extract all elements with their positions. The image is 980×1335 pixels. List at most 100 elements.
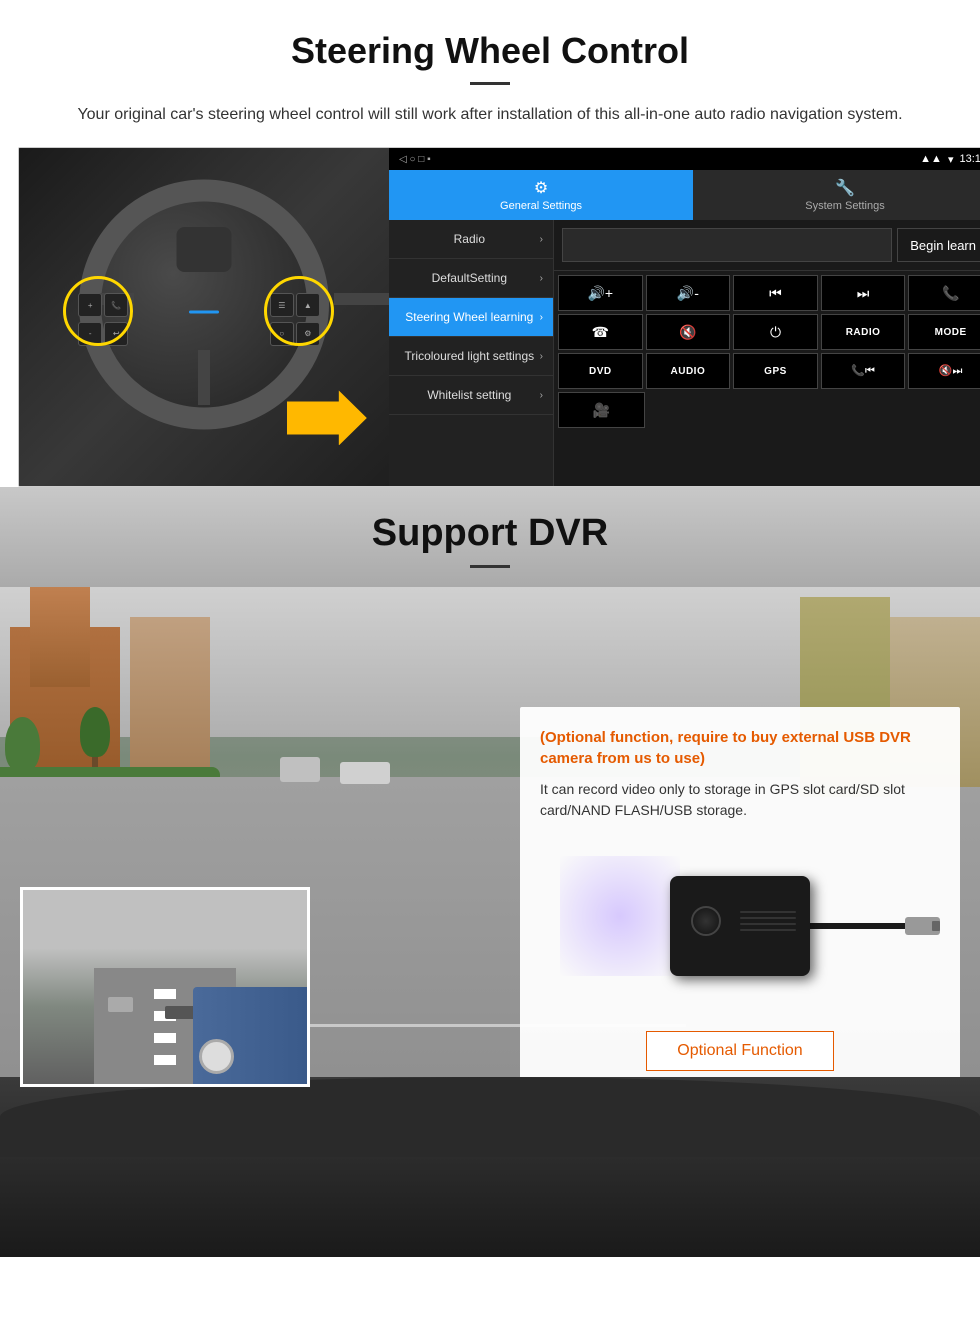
btn-call[interactable]: 📞	[908, 275, 980, 311]
car-left	[280, 757, 320, 782]
btn-mode[interactable]: MODE	[908, 314, 980, 350]
nav-back-icon: ◁ ○ □ ▪	[399, 154, 431, 165]
steering-demo-screenshot: + 📞 - ↩ ☰ ▲ ○ ⚙ ◁ ○ □ ▪ ▲▲ ▾ 13:13	[18, 147, 980, 487]
controls-row-2: ☎ 🔇 ⏻ RADIO MODE	[558, 314, 980, 350]
dvr-title: Support DVR	[40, 512, 940, 555]
menu-radio-label: Radio	[399, 232, 540, 246]
btn-gps[interactable]: GPS	[733, 353, 818, 389]
btn-power[interactable]: ⏻	[733, 314, 818, 350]
menu-default-label: DefaultSetting	[399, 271, 540, 285]
btn-mute-next[interactable]: 🔇⏭	[908, 353, 980, 389]
btn-next-track[interactable]: ⏭	[821, 275, 906, 311]
controls-row-3: DVD AUDIO GPS 📞⏮ 🔇⏭	[558, 353, 980, 389]
btn-vol-down[interactable]: 🔊-	[646, 275, 731, 311]
mute-icon: 🔇	[679, 324, 696, 341]
audio-label: AUDIO	[671, 366, 706, 377]
dvr-info-card: (Optional function, require to buy exter…	[520, 707, 960, 1091]
call-prev-icon: 📞⏮	[851, 364, 875, 378]
wheel-hub	[177, 227, 232, 272]
building-left-2	[30, 587, 90, 687]
dvr-divider	[470, 565, 510, 568]
menu-item-radio[interactable]: Radio ›	[389, 220, 553, 259]
camera-btn-icon: 🎥	[593, 402, 610, 419]
dashboard-bottom	[0, 1077, 980, 1257]
thumb-car-2	[165, 1006, 195, 1019]
btn-audio[interactable]: AUDIO	[646, 353, 731, 389]
controls-grid: 🔊+ 🔊- ⏮ ⏭ 📞	[554, 271, 980, 432]
steering-wheel-photo: + 📞 - ↩ ☰ ▲ ○ ⚙	[19, 148, 389, 486]
controls-row-1: 🔊+ 🔊- ⏮ ⏭ 📞	[558, 275, 980, 311]
btn-hang-up[interactable]: ☎	[558, 314, 643, 350]
spoke-right	[334, 293, 389, 305]
thumb-car-1	[108, 997, 133, 1012]
usb-port	[932, 921, 940, 932]
menu-item-tricoloured[interactable]: Tricoloured light settings ›	[389, 337, 553, 376]
chevron-tricoloured: ›	[540, 351, 543, 362]
tab-bar: ⚙ General Settings 🔧 System Settings	[389, 170, 980, 220]
learn-input-field[interactable]	[562, 228, 892, 262]
tab-system-settings[interactable]: 🔧 System Settings	[693, 170, 980, 220]
status-bar: ◁ ○ □ ▪ ▲▲ ▾ 13:13	[389, 148, 980, 170]
btn-call-prev[interactable]: 📞⏮	[821, 353, 906, 389]
btn-dvd[interactable]: DVD	[558, 353, 643, 389]
btn-vol-up[interactable]: 🔊+	[558, 275, 643, 311]
gear-icon: ⚙	[534, 178, 548, 198]
camera-vents	[740, 891, 796, 951]
power-icon: ⏻	[770, 324, 781, 341]
radio-label: RADIO	[846, 327, 881, 338]
dvr-section: Support DVR (Optional function, require …	[0, 487, 980, 1257]
tab-general-settings[interactable]: ⚙ General Settings	[389, 170, 693, 220]
menu-item-whitelist[interactable]: Whitelist setting ›	[389, 376, 553, 415]
light-beam-effect	[560, 856, 680, 976]
tree-left-2	[80, 707, 110, 772]
gps-label: GPS	[764, 366, 787, 377]
btn-mute[interactable]: 🔇	[646, 314, 731, 350]
chevron-radio: ›	[540, 234, 543, 245]
btn-prev-track[interactable]: ⏮	[733, 275, 818, 311]
btn-camera[interactable]: 🎥	[558, 392, 645, 428]
next-track-icon: ⏭	[857, 285, 870, 302]
mute-next-icon: 🔇⏭	[939, 364, 963, 378]
dashboard-curve	[0, 1077, 980, 1157]
wheel-accent	[189, 311, 219, 314]
arrow-indicator	[287, 390, 367, 445]
menu-whitelist-label: Whitelist setting	[399, 388, 540, 402]
steering-section: Steering Wheel Control Your original car…	[0, 0, 980, 127]
wifi-icon: ▾	[948, 153, 954, 166]
time-display: 13:13	[959, 153, 980, 165]
btn-radio[interactable]: RADIO	[821, 314, 906, 350]
controls-row-4: 🎥	[558, 392, 980, 428]
system-icon: 🔧	[835, 178, 855, 198]
steering-divider	[470, 82, 510, 85]
dvr-preview-thumbnail	[20, 887, 310, 1087]
begin-learn-button[interactable]: Begin learn	[897, 228, 980, 262]
highlight-right	[264, 276, 334, 346]
camera-body	[670, 876, 810, 976]
menu-item-steering-wheel[interactable]: Steering Wheel learning ›	[389, 298, 553, 337]
dvr-title-area: Support DVR	[0, 487, 980, 568]
chevron-default: ›	[540, 273, 543, 284]
car-center	[340, 762, 390, 784]
tab-general-label: General Settings	[500, 200, 582, 212]
settings-menu: Radio › DefaultSetting › Steering Wheel …	[389, 220, 554, 486]
thumb-lane-lines	[154, 977, 177, 1064]
begin-learn-row: Begin learn	[554, 220, 980, 271]
signal-icon: ▲▲	[920, 153, 942, 165]
camera-assembly	[670, 876, 810, 976]
steering-title: Steering Wheel Control	[40, 30, 940, 72]
dvr-card-title: (Optional function, require to buy exter…	[540, 727, 940, 769]
vol-up-icon: 🔊+	[587, 285, 613, 302]
camera-cable	[800, 923, 910, 929]
call-icon: 📞	[942, 285, 959, 302]
settings-list-area: Radio › DefaultSetting › Steering Wheel …	[389, 220, 980, 486]
dvr-card-text: It can record video only to storage in G…	[540, 779, 940, 821]
menu-item-default[interactable]: DefaultSetting ›	[389, 259, 553, 298]
prev-track-icon: ⏮	[769, 285, 782, 302]
hangup-icon: ☎	[592, 324, 609, 341]
mode-label: MODE	[935, 327, 967, 338]
chevron-whitelist: ›	[540, 390, 543, 401]
dvd-label: DVD	[589, 366, 612, 377]
optional-function-button[interactable]: Optional Function	[646, 1031, 833, 1071]
menu-steering-label: Steering Wheel learning	[399, 310, 540, 324]
vol-down-icon: 🔊-	[677, 285, 699, 302]
